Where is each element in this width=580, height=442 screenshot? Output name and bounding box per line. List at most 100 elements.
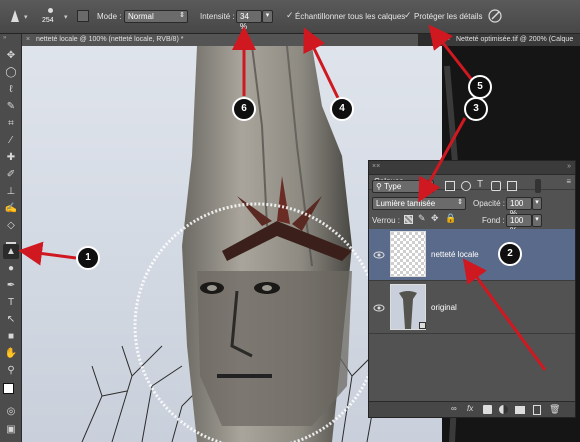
sharpen-tool-icon[interactable]: ▲	[3, 244, 19, 259]
panel-collapse-icon[interactable]: »	[567, 163, 571, 170]
fill-input[interactable]: 100 %	[506, 214, 532, 235]
filter-adjustment-icon[interactable]	[461, 181, 471, 191]
tab-document-sharpen-local[interactable]: × netteté locale @ 100% (netteté locale,…	[22, 34, 418, 46]
toolbox: » ✥ ◯ ℓ ✎ ⌗ ⁄ ✚ ✐ ⊥ ✍ ◇ ▬ ▲ ● ✒ T ↖ ■ ✋ …	[0, 34, 22, 442]
layer-row-sharpen-local[interactable]: netteté locale	[369, 229, 575, 281]
new-group-folder-icon[interactable]	[515, 406, 525, 414]
filter-pixel-icon[interactable]	[445, 181, 455, 191]
filter-smart-object-icon[interactable]	[507, 181, 517, 191]
mode-select[interactable]: Normal ⇕	[124, 10, 188, 23]
brush-panel-toggle-icon[interactable]	[77, 10, 89, 22]
filter-search-icon: ⚲	[376, 182, 382, 191]
layers-panel-header: ×× »	[369, 161, 575, 175]
intensity-value: 34 %	[240, 12, 249, 31]
type-tool-icon[interactable]: T	[3, 295, 19, 310]
tab-document-optimized[interactable]: × Netteté optimisée.tif @ 200% (Calque	[442, 34, 580, 46]
brush-preset-picker[interactable]: 254	[42, 6, 62, 28]
crop-tool-icon[interactable]: ⌗	[3, 116, 19, 131]
path-selection-tool-icon[interactable]: ↖	[3, 312, 19, 327]
healing-brush-tool-icon[interactable]: ✚	[3, 150, 19, 165]
layer-name[interactable]: original	[431, 303, 457, 312]
filter-shape-icon[interactable]	[491, 181, 501, 191]
filter-type-icon[interactable]: T	[477, 179, 483, 190]
brush-size-value: 254	[42, 17, 54, 24]
document-tab-bar: × netteté locale @ 100% (netteté locale,…	[22, 34, 580, 46]
clone-stamp-tool-icon[interactable]: ⊥	[3, 184, 19, 199]
options-bar: ▾ 254 ▾ Mode : Normal ⇕ Intensité : 34 %…	[0, 0, 580, 34]
foreground-color-swatch[interactable]	[3, 383, 14, 394]
protect-details-label: Protéger les détails	[414, 12, 483, 21]
blend-arrows-icon: ⇕	[457, 199, 463, 206]
layer-visibility-eye-icon[interactable]	[373, 249, 385, 261]
mode-label: Mode :	[97, 12, 122, 21]
filter-kind-value: Type	[383, 182, 402, 191]
dodge-tool-icon[interactable]: ●	[3, 261, 19, 276]
opacity-input[interactable]: 100 %	[506, 197, 532, 218]
filter-toggle-icon[interactable]	[535, 179, 541, 193]
close-tab-icon[interactable]: ×	[26, 34, 30, 46]
add-mask-icon[interactable]	[483, 405, 492, 414]
pen-tool-icon[interactable]: ✒	[3, 278, 19, 293]
shape-tool-icon[interactable]: ■	[3, 329, 19, 344]
link-layers-icon[interactable]: ∞	[451, 404, 457, 413]
mode-value: Normal	[128, 12, 154, 21]
callout-badge-5: 5	[468, 75, 492, 99]
opacity-slider-button[interactable]: ▾	[532, 197, 542, 210]
fill-label: Fond :	[482, 216, 505, 225]
lock-position-icon[interactable]: ✥	[431, 213, 439, 224]
marquee-tool-icon[interactable]: ◯	[3, 65, 19, 80]
close-tab-icon[interactable]: ×	[446, 34, 450, 46]
panel-close-icon[interactable]: ××	[372, 163, 380, 170]
brush-tool-icon[interactable]: ✐	[3, 167, 19, 182]
intensity-label: Intensité :	[200, 12, 235, 21]
callout-badge-2: 2	[498, 242, 522, 266]
intensity-slider-button[interactable]: ▾	[262, 10, 273, 23]
delete-layer-trash-icon[interactable]: 🗑	[549, 404, 560, 415]
lock-image-pixels-icon[interactable]: ✎	[418, 213, 426, 224]
blend-mode-value: Lumière tamisée	[376, 199, 436, 208]
mode-select-arrows-icon: ⇕	[179, 12, 185, 19]
layers-bottom-bar: ∞ fx 🗑	[369, 401, 575, 417]
brush-dropdown-arrow-icon[interactable]: ▾	[64, 13, 68, 21]
tab-label: netteté locale @ 100% (netteté locale, R…	[36, 36, 184, 43]
opacity-label: Opacité :	[473, 199, 506, 208]
lasso-tool-icon[interactable]: ℓ	[3, 82, 19, 97]
lock-all-icon[interactable]: 🔒	[445, 213, 456, 224]
intensity-input[interactable]: 34 %	[236, 10, 262, 31]
fill-slider-button[interactable]: ▾	[532, 214, 542, 227]
lock-transparent-pixels-icon[interactable]	[404, 215, 413, 224]
sample-all-layers-checkbox[interactable]: ✓	[286, 11, 294, 20]
smart-object-badge-icon	[419, 322, 426, 329]
protect-details-checkbox[interactable]: ✓	[404, 11, 412, 20]
preset-dropdown-arrow-icon[interactable]: ▾	[24, 13, 28, 21]
hand-tool-icon[interactable]: ✋	[3, 346, 19, 361]
layer-visibility-eye-icon[interactable]	[373, 302, 385, 314]
layer-thumbnail-transparent	[390, 231, 426, 277]
layer-style-fx-icon[interactable]: fx	[467, 404, 473, 413]
brush-dot-icon	[48, 8, 53, 13]
new-layer-icon[interactable]	[533, 405, 541, 415]
layer-filter-select[interactable]: ⚲ Type	[372, 180, 434, 193]
sharpen-tool-preset-icon[interactable]	[8, 9, 22, 23]
eraser-tool-icon[interactable]: ◇	[3, 218, 19, 233]
move-tool-icon[interactable]: ✥	[3, 48, 19, 63]
panel-menu-icon[interactable]: ≡	[566, 177, 571, 186]
eyedropper-tool-icon[interactable]: ⁄	[3, 133, 19, 148]
pressure-brush-icon[interactable]	[488, 9, 502, 23]
quick-selection-tool-icon[interactable]: ✎	[3, 99, 19, 114]
screen-mode-icon[interactable]: ▣	[3, 422, 19, 437]
blend-mode-select[interactable]: Lumière tamisée ⇕	[372, 197, 466, 210]
tab-label: Netteté optimisée.tif @ 200% (Calque	[456, 36, 574, 43]
adjustment-layer-icon[interactable]	[499, 405, 508, 414]
layer-name[interactable]: netteté locale	[431, 250, 479, 259]
layers-panel: ×× » Calques ≡ ⚲ Type T Lumière tamisée …	[368, 160, 576, 418]
history-brush-tool-icon[interactable]: ✍	[3, 201, 19, 216]
quick-mask-icon[interactable]: ◎	[3, 404, 19, 419]
zoom-tool-icon[interactable]: ⚲	[3, 363, 19, 378]
callout-badge-4: 4	[330, 97, 354, 121]
callout-badge-6: 6	[232, 97, 256, 121]
sample-all-layers-label: Échantillonner tous les calques	[295, 12, 406, 21]
toolbox-collapse-icon[interactable]: »	[3, 35, 6, 41]
callout-badge-1: 1	[76, 246, 100, 270]
layer-row-original[interactable]: original	[369, 282, 575, 334]
